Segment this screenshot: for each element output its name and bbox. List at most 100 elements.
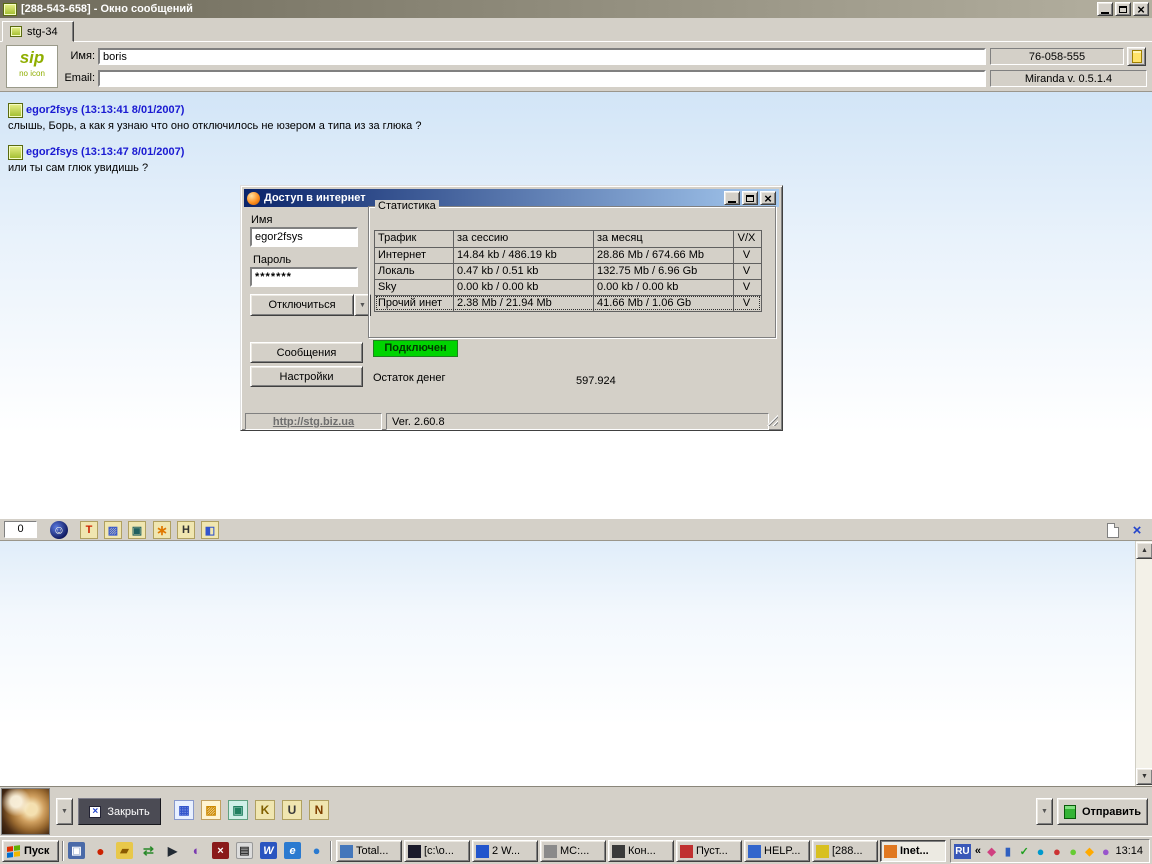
task-button-inet-active[interactable]: Inet... <box>880 840 946 862</box>
browser-icon[interactable]: ◐ <box>188 842 205 859</box>
task-button-pust[interactable]: Пуст... <box>676 840 742 862</box>
close-tab-icon[interactable]: × <box>1128 521 1146 539</box>
scroll-down-button[interactable] <box>1136 768 1152 785</box>
notes-icon[interactable]: N <box>309 800 329 820</box>
connection-status-badge: Подключен <box>373 340 458 357</box>
password-field[interactable] <box>250 267 358 287</box>
statistics-group-label: Статистика <box>375 200 439 212</box>
avatar-image <box>1 788 50 835</box>
language-indicator[interactable]: RU <box>954 844 971 859</box>
task-button-console[interactable]: [c:\o... <box>404 840 470 862</box>
image-icon[interactable]: ▨ <box>201 800 221 820</box>
traffic-row[interactable]: Интернет 14.84 kb / 486.19 kb 28.86 Mb /… <box>375 247 761 263</box>
emoticons-icon[interactable]: ∗ <box>153 521 171 539</box>
messenger-icon[interactable]: ◆ <box>985 844 998 859</box>
network-icon[interactable]: ● <box>308 842 325 859</box>
dialog-minimize-button[interactable] <box>724 191 740 205</box>
tab-message-icon <box>10 26 22 37</box>
disconnect-button[interactable]: Отключиться <box>250 294 354 316</box>
dialog-titlebar[interactable]: Доступ в интернет <box>244 189 779 207</box>
tray-expand-chevron[interactable]: « <box>974 845 982 857</box>
save-icon[interactable]: ▣ <box>68 842 85 859</box>
ie-icon[interactable]: e <box>284 842 301 859</box>
desktop: [288-543-658] - Окно сообщений stg-34 si… <box>0 0 1152 864</box>
scroll-up-button[interactable] <box>1136 542 1152 559</box>
font-color-icon[interactable]: T <box>80 521 98 539</box>
history-icon[interactable]: H <box>177 521 195 539</box>
globe-icon[interactable]: ● <box>1034 844 1047 859</box>
close-chat-button[interactable]: × Закрыть <box>78 798 161 825</box>
send-button[interactable]: Отправить <box>1057 798 1148 825</box>
tab-label: stg-34 <box>27 26 58 38</box>
traffic-row[interactable]: Sky 0.00 kb / 0.00 kb 0.00 kb / 0.00 kb … <box>375 279 761 295</box>
firewall-icon[interactable]: ● <box>1050 844 1063 859</box>
taskbar: Пуск ▣ ● ▰ ⇄ ▶ ◐ × ▤ W e ● Total... [c:\… <box>0 836 1152 864</box>
update-icon[interactable]: ● <box>1067 844 1080 859</box>
task-icon <box>884 845 897 858</box>
task-icon <box>680 845 693 858</box>
window-icon <box>3 3 17 16</box>
save-log-icon[interactable]: ▣ <box>128 521 146 539</box>
close-app-icon[interactable]: × <box>212 842 229 859</box>
smileys-icon[interactable]: ☺ <box>50 521 68 539</box>
action-bar: × Закрыть ▦ ▨ ▣ K U N Отправить <box>0 786 1152 836</box>
send-options-button[interactable] <box>1036 798 1053 825</box>
avatar-dropdown-button[interactable] <box>56 798 73 825</box>
key-icon[interactable]: K <box>255 800 275 820</box>
task-button-help[interactable]: HELP... <box>744 840 810 862</box>
message-input[interactable] <box>0 540 1152 786</box>
task-button-total[interactable]: Total... <box>336 840 402 862</box>
task-button-word[interactable]: 2 W... <box>472 840 538 862</box>
chat-log[interactable]: egor2fsys (13:13:41 8/01/2007) слышь, Бо… <box>0 92 1152 518</box>
task-button-288[interactable]: [288... <box>812 840 878 862</box>
uin-value: 76-058-555 <box>1029 51 1085 63</box>
task-icon <box>544 845 557 858</box>
underline-icon[interactable]: U <box>282 800 302 820</box>
color-icon[interactable]: ▣ <box>228 800 248 820</box>
task-button-kon[interactable]: Кон... <box>608 840 674 862</box>
close-button[interactable] <box>1133 2 1149 16</box>
new-message-button[interactable] <box>1104 521 1122 539</box>
messages-button[interactable]: Сообщения <box>250 342 363 363</box>
message-icon <box>8 103 23 118</box>
network-status-icon[interactable]: ▮ <box>1001 844 1014 859</box>
media-player-icon[interactable]: ● <box>92 842 109 859</box>
traffic-row-selected[interactable]: Прочий инет 2.38 Mb / 21.94 Mb 41.66 Mb … <box>375 295 761 311</box>
quick-launch-bar: ▣ ● ▰ ⇄ ▶ ◐ × ▤ W e ● <box>68 842 325 859</box>
launcher-icon[interactable]: ▶ <box>164 842 181 859</box>
dialog-maximize-button[interactable] <box>742 191 758 205</box>
restore-button[interactable] <box>1115 2 1131 16</box>
input-scrollbar[interactable] <box>1135 541 1152 786</box>
dialog-title: Доступ в интернет <box>264 192 366 204</box>
task-icon <box>408 845 421 858</box>
traffic-row[interactable]: Локаль 0.47 kb / 0.51 kb 132.75 Mb / 6.9… <box>375 263 761 279</box>
background-color-icon[interactable]: ▨ <box>104 521 122 539</box>
name-field[interactable] <box>98 48 986 65</box>
scheduler-icon[interactable]: ◆ <box>1083 844 1096 859</box>
dialog-icon <box>247 192 260 205</box>
message-body: или ты сам глюк увидишь ? <box>8 162 148 174</box>
statusbar-version-panel: Ver. 2.60.8 <box>386 413 769 430</box>
tab-stg-34[interactable]: stg-34 <box>2 21 74 42</box>
view-mode-icon[interactable]: ◧ <box>201 521 219 539</box>
antivirus-icon[interactable]: ✓ <box>1018 844 1031 859</box>
site-link[interactable]: http://stg.biz.ua <box>273 416 354 428</box>
keyboard-icon[interactable]: ▤ <box>236 842 253 859</box>
start-button[interactable]: Пуск <box>2 840 59 862</box>
contact-info-panel: sip no icon Имя: 76-058-555 Email: Miran… <box>0 42 1152 92</box>
task-icon <box>748 845 761 858</box>
misc-tray-icon[interactable]: ● <box>1099 844 1112 859</box>
task-button-mc[interactable]: MC:... <box>540 840 606 862</box>
sync-icon[interactable]: ⇄ <box>140 842 157 859</box>
minimize-button[interactable] <box>1097 2 1113 16</box>
edit-icon[interactable]: ▰ <box>116 842 133 859</box>
layout-icon[interactable]: ▦ <box>174 800 194 820</box>
settings-button[interactable]: Настройки <box>250 366 363 387</box>
word-icon[interactable]: W <box>260 842 277 859</box>
traffic-table-header: Трафик за сессию за месяц V/X <box>375 231 761 247</box>
user-details-button[interactable] <box>1127 47 1146 66</box>
dialog-close-button[interactable] <box>760 191 776 205</box>
email-field[interactable] <box>98 70 986 87</box>
login-field[interactable] <box>250 227 358 247</box>
taskbar-divider <box>62 841 64 861</box>
